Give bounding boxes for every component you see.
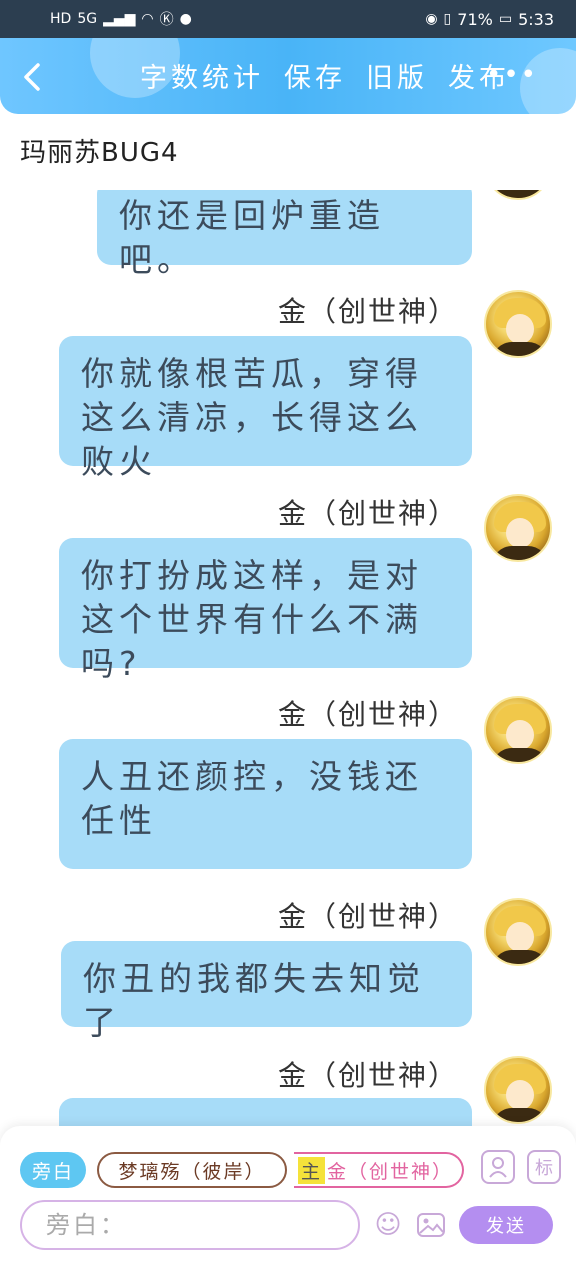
nfc-icon: ◉ (425, 11, 438, 27)
role-chip-jin[interactable]: 主 金（创世神） (294, 1152, 464, 1188)
message-text: 你丑的我都失去知觉了 (83, 959, 425, 1042)
vibrate-icon: ▯ (443, 11, 452, 27)
avatar[interactable] (484, 898, 552, 966)
send-button[interactable]: 发送 (459, 1206, 553, 1244)
person-glyph (489, 1157, 507, 1178)
save-button[interactable]: 保存 (284, 56, 346, 95)
speaker-name: 金（创世神） (277, 1059, 458, 1092)
avatar[interactable] (484, 696, 552, 764)
avatar[interactable] (484, 190, 552, 200)
message-bubble[interactable]: 你还是回炉重造吧。 (97, 190, 472, 279)
old-version-button[interactable]: 旧版 (366, 56, 428, 95)
speaker-name: 金（创世神） (277, 497, 458, 530)
k-icon: Ⓚ (159, 12, 174, 28)
wechat-icon: ● (179, 11, 192, 27)
chat-list[interactable]: 你还是回炉重造吧。 金（创世神） 你就像根苦瓜，穿得这么清凉，长得这么败火 金（… (0, 190, 576, 1130)
role-chip-label: 金（创世神） (327, 1160, 454, 1183)
document-title: 玛丽苏BUG4 (20, 138, 179, 168)
speaker-name: 金（创世神） (277, 900, 458, 933)
nav-bar: 字数统计 保存 旧版 发布 ••• (0, 38, 576, 114)
more-icon[interactable]: ••• (486, 60, 538, 90)
mark-icon[interactable]: 标 (527, 1150, 561, 1184)
status-left-icons: HD 5G ▂▄▆ ◠ Ⓚ ● (50, 9, 192, 29)
speaker-name: 金（创世神） (277, 698, 458, 731)
avatar[interactable] (484, 1056, 552, 1124)
message-bubble[interactable]: 人丑还颜控，没钱还任性 (59, 739, 472, 869)
wifi-icon: ◠ (141, 11, 154, 27)
image-glyph (417, 1213, 445, 1237)
speaker-name: 金（创世神） (277, 295, 458, 328)
message-bubble[interactable]: 你就像根苦瓜，穿得这么清凉，长得这么败火 (59, 336, 472, 481)
emoji-icon[interactable]: ☺ (371, 1208, 405, 1242)
network-5g-icon: 5G (77, 11, 98, 27)
image-icon[interactable] (414, 1208, 448, 1242)
battery-icon: ▭ (498, 11, 513, 27)
message-input[interactable]: 旁白： (20, 1200, 360, 1250)
clock: 5:33 (518, 9, 554, 29)
input-panel: 旁白 梦璃殇（彼岸） 主 金（创世神） 标 旁白： ☺ 发送 (0, 1126, 576, 1280)
word-count-button[interactable]: 字数统计 (140, 56, 264, 95)
avatar[interactable] (484, 290, 552, 358)
status-bar: HD 5G ▂▄▆ ◠ Ⓚ ● ◉ ▯ 71% ▭ 5:33 (0, 0, 576, 38)
message-bubble[interactable]: 你丑的我都失去知觉了 (61, 941, 472, 1042)
person-icon[interactable] (481, 1150, 515, 1184)
message-text: 人丑还颜控，没钱还任性 (81, 757, 423, 840)
message-text: 你还是回炉重造吧。 (119, 196, 385, 279)
status-right-icons: ◉ ▯ 71% ▭ 5:33 (425, 10, 554, 29)
avatar[interactable] (484, 494, 552, 562)
back-arrow-icon[interactable] (18, 62, 48, 92)
message-bubble[interactable]: 你打扮成这样，是对这个世界有什么不满吗? (59, 538, 472, 683)
main-role-badge: 主 (298, 1156, 326, 1184)
hd-icon: HD (50, 11, 72, 27)
battery-percent: 71% (457, 9, 493, 29)
message-text: 你就像根苦瓜，穿得这么清凉，长得这么败火 (81, 354, 423, 481)
role-chip-menglishang[interactable]: 梦璃殇（彼岸） (97, 1152, 287, 1188)
message-text: 你打扮成这样，是对这个世界有什么不满吗? (81, 556, 423, 683)
nav-actions: 字数统计 保存 旧版 发布 (140, 56, 510, 95)
narration-chip[interactable]: 旁白 (20, 1152, 86, 1188)
signal-icon: ▂▄▆ (103, 11, 136, 27)
